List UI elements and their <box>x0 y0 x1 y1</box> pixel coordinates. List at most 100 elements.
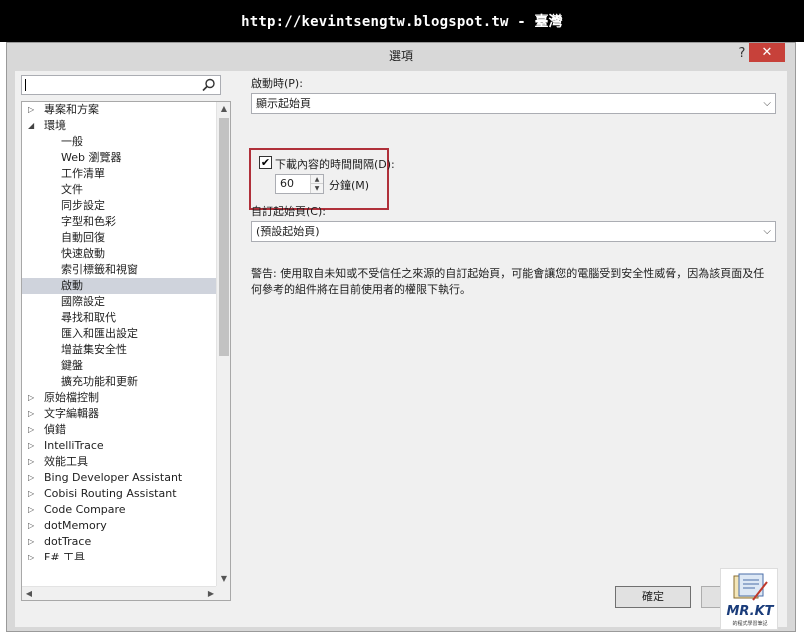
tree-item[interactable]: ▷ Code Compare <box>22 502 218 518</box>
tree-item-label: 原始檔控制 <box>44 391 99 404</box>
collapsed-arrow-icon[interactable]: ▷ <box>28 518 38 534</box>
options-tree: ▷ 專案和方案 ◢ 環境一般 Web 瀏覽器 工作清單文件同步設定字型和色彩自動回復快速啟… <box>21 101 231 601</box>
tree-item-label: dotTrace <box>44 535 92 548</box>
text-caret <box>25 79 26 91</box>
tree-item[interactable]: 工作清單 <box>22 166 218 182</box>
tree-item[interactable]: 索引標籤和視窗 <box>22 262 218 278</box>
logo-text: MR.KT <box>726 604 774 619</box>
scroll-corner <box>216 586 230 600</box>
tree-item[interactable]: ▷ dotMemory <box>22 518 218 534</box>
collapsed-arrow-icon[interactable]: ▷ <box>28 422 38 438</box>
tree-item[interactable]: ▷ 專案和方案 <box>22 102 218 118</box>
expanded-arrow-icon[interactable]: ◢ <box>28 118 38 134</box>
tree-item-label: 增益集安全性 <box>61 343 127 356</box>
tree-item-label: 快速啟動 <box>61 247 105 260</box>
collapsed-arrow-icon[interactable]: ▷ <box>28 486 38 502</box>
interval-spinbox[interactable]: 60 ▲ ▼ <box>275 174 324 194</box>
interval-value: 60 <box>280 177 294 190</box>
dialog-title: 選項 <box>388 49 413 63</box>
tree-item[interactable]: 鍵盤 <box>22 358 218 374</box>
minutes-label: 分鐘(M) <box>329 179 370 192</box>
tree-item[interactable]: ▷ dotTrace <box>22 534 218 550</box>
tree-item[interactable]: Web 瀏覽器 <box>22 150 218 166</box>
scroll-thumb[interactable] <box>219 118 229 356</box>
tree-item-label: 偵錯 <box>44 423 66 436</box>
chevron-down-icon: ⌵ <box>763 98 771 109</box>
tree-item-label: 啟動 <box>61 279 83 292</box>
tree-item-label: 文字編輯器 <box>44 407 99 420</box>
tree-item-label: Code Compare <box>44 503 126 516</box>
tree-item[interactable]: 快速啟動 <box>22 246 218 262</box>
scroll-up-arrow-icon[interactable]: ▲ <box>217 102 230 116</box>
collapsed-arrow-icon[interactable]: ▷ <box>28 470 38 486</box>
tree-item[interactable]: 國際設定 <box>22 294 218 310</box>
tree-item-label: 鍵盤 <box>61 359 83 372</box>
tree-item-label: 效能工具 <box>44 455 88 468</box>
vertical-scrollbar[interactable]: ▲ ▼ <box>216 102 230 586</box>
collapsed-arrow-icon[interactable]: ▷ <box>28 454 38 470</box>
notebook-logo-icon <box>733 573 768 601</box>
tree-item-label: 同步設定 <box>61 199 105 212</box>
tree-item[interactable]: 匯入和匯出設定 <box>22 326 218 342</box>
tree-item[interactable]: ▷ IntelliTrace <box>22 438 218 454</box>
options-dialog: 選項 ? ✕ ▷ 專案和方案 ◢ 環境一般 Web 瀏覽器 工作清單文件同步設定字型和色彩… <box>6 42 796 632</box>
startup-dropdown[interactable]: 顯示起始頁 ⌵ <box>251 93 776 114</box>
collapsed-arrow-icon[interactable]: ▷ <box>28 534 38 550</box>
collapsed-arrow-icon[interactable]: ▷ <box>28 390 38 406</box>
logo-caption: 的程式學習筆記 <box>732 621 768 627</box>
ok-button[interactable]: 確定 <box>615 586 691 608</box>
chevron-down-icon: ⌵ <box>763 226 771 237</box>
spin-down-icon[interactable]: ▼ <box>311 184 323 193</box>
tree-item-label: 尋找和取代 <box>61 311 116 324</box>
tree-item[interactable]: 自動回復 <box>22 230 218 246</box>
tree-item-label: 字型和色彩 <box>61 215 116 228</box>
tree-item[interactable]: ▷ Cobisi Routing Assistant <box>22 486 218 502</box>
tree-item[interactable]: 文件 <box>22 182 218 198</box>
tree-item[interactable]: 一般 <box>22 134 218 150</box>
tree-item[interactable]: 擴充功能和更新 <box>22 374 218 390</box>
tree-item[interactable]: ▷ Bing Developer Assistant <box>22 470 218 486</box>
close-button[interactable]: ✕ <box>749 43 785 62</box>
help-button[interactable]: ? <box>735 45 749 63</box>
custom-start-dropdown[interactable]: (預設起始頁) ⌵ <box>251 221 776 242</box>
scroll-left-arrow-icon[interactable]: ◀ <box>22 587 36 600</box>
tree-item-label: 文件 <box>61 183 83 196</box>
dialog-body: ▷ 專案和方案 ◢ 環境一般 Web 瀏覽器 工作清單文件同步設定字型和色彩自動回復快速啟… <box>15 71 787 627</box>
tree-item[interactable]: 啟動 <box>22 278 218 294</box>
custom-start-label: 自訂起始頁(C): <box>251 205 326 218</box>
download-interval-label[interactable]: 下載內容的時間間隔(D): <box>275 156 395 172</box>
tree-list: ▷ 專案和方案 ◢ 環境一般 Web 瀏覽器 工作清單文件同步設定字型和色彩自動回復快速啟… <box>22 102 218 586</box>
tree-item-label: IntelliTrace <box>44 439 104 452</box>
tree-item[interactable]: ▷ 原始檔控制 <box>22 390 218 406</box>
search-icon[interactable] <box>201 77 217 93</box>
tree-item[interactable]: ▷ 文字編輯器 <box>22 406 218 422</box>
horizontal-scrollbar[interactable]: ◀ ▶ <box>22 586 218 600</box>
tree-item-label: 匯入和匯出設定 <box>61 327 138 340</box>
security-warning-text: 警告: 使用取自未知或不受信任之來源的自訂起始頁，可能會讓您的電腦受到安全性威脅… <box>251 267 765 296</box>
scroll-down-arrow-icon[interactable]: ▼ <box>217 572 230 586</box>
spin-up-icon[interactable]: ▲ <box>311 175 323 184</box>
search-input[interactable] <box>21 75 221 95</box>
tree-item-label: 環境 <box>44 119 66 132</box>
tree-item[interactable]: 同步設定 <box>22 198 218 214</box>
download-interval-checkbox[interactable]: ✔ <box>259 156 272 169</box>
startup-dropdown-value: 顯示起始頁 <box>256 97 311 110</box>
collapsed-arrow-icon[interactable]: ▷ <box>28 406 38 422</box>
collapsed-arrow-icon[interactable]: ▷ <box>28 438 38 454</box>
tree-item[interactable]: 尋找和取代 <box>22 310 218 326</box>
collapsed-arrow-icon[interactable]: ▷ <box>28 550 38 560</box>
tree-item-label: 索引標籤和視窗 <box>61 263 138 276</box>
collapsed-arrow-icon[interactable]: ▷ <box>28 502 38 518</box>
tree-item[interactable]: ◢ 環境 <box>22 118 218 134</box>
tree-item[interactable]: 字型和色彩 <box>22 214 218 230</box>
tree-item[interactable]: ▷ 偵錯 <box>22 422 218 438</box>
collapsed-arrow-icon[interactable]: ▷ <box>28 102 38 118</box>
tree-item-label: dotMemory <box>44 519 107 532</box>
tree-item-label: 專案和方案 <box>44 103 99 116</box>
tree-item[interactable]: ▷ 效能工具 <box>22 454 218 470</box>
tree-item[interactable]: ▷ F# 工具 <box>22 550 218 560</box>
tree-item[interactable]: 增益集安全性 <box>22 342 218 358</box>
tree-item-label: 自動回復 <box>61 231 105 244</box>
blog-url-banner: http://kevintsengtw.blogspot.tw - 臺灣 <box>0 0 804 42</box>
tree-item-label: 工作清單 <box>61 167 105 180</box>
